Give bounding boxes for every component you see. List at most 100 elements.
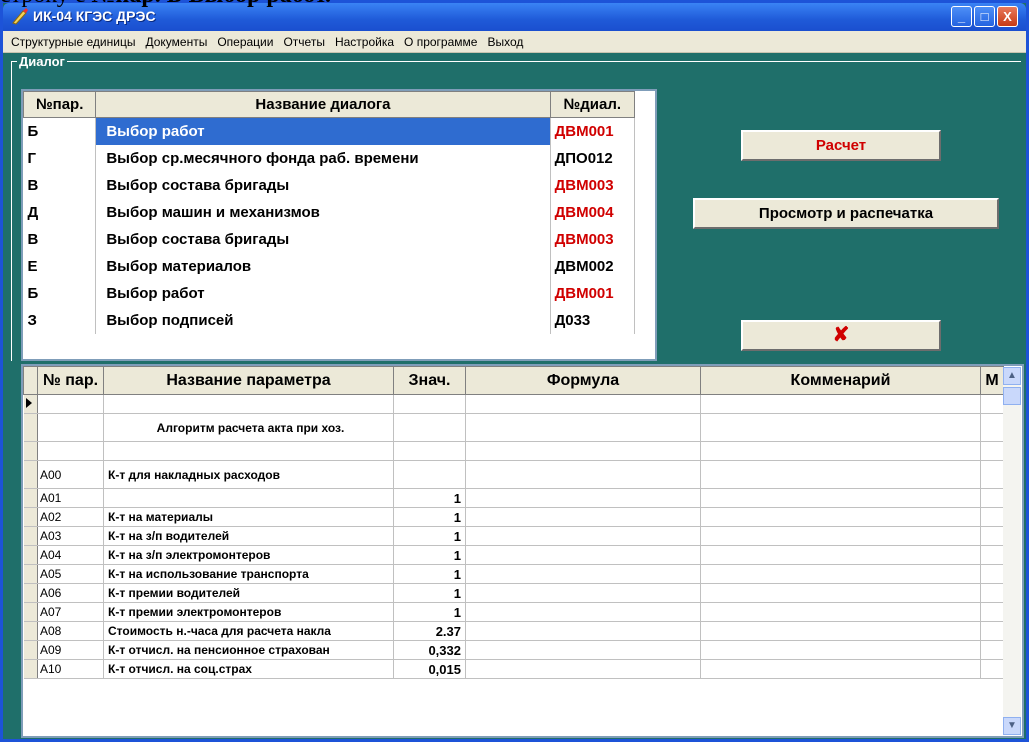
param-row-comment[interactable] <box>700 507 981 527</box>
dialog-row[interactable]: В Выбор состава бригады ДВМ003 <box>23 171 636 199</box>
param-row-m[interactable] <box>980 545 1004 565</box>
dialog-row[interactable]: Д Выбор машин и механизмов ДВМ004 <box>23 198 636 226</box>
column-header-comment[interactable]: Комменарий <box>700 366 981 395</box>
param-row-comment[interactable] <box>700 640 981 660</box>
dialog-list[interactable]: №пар. Название диалога №диал. Б Выбор раб… <box>21 89 657 361</box>
menu-about[interactable]: О программе <box>404 35 477 49</box>
param-row-comment[interactable] <box>700 545 981 565</box>
row-indicator[interactable] <box>23 564 38 584</box>
current-row-indicator-icon[interactable] <box>23 394 38 414</box>
param-row-formula[interactable] <box>465 488 701 508</box>
param-row-formula[interactable] <box>465 507 701 527</box>
param-row-formula[interactable] <box>465 441 701 461</box>
calculate-button[interactable]: Расчет <box>741 130 941 161</box>
param-row-m[interactable] <box>980 413 1004 442</box>
dialog-row[interactable]: Б Выбор работ ДВМ001 <box>23 279 636 307</box>
row-indicator[interactable] <box>23 488 38 508</box>
param-row-m[interactable] <box>980 507 1004 527</box>
menu-settings[interactable]: Настройка <box>335 35 394 49</box>
param-row-m[interactable] <box>980 602 1004 622</box>
param-row[interactable]: A07 К-т премии электромонтеров 1 <box>23 602 1004 622</box>
scroll-up-icon[interactable]: ▲ <box>1003 367 1021 385</box>
param-row-formula[interactable] <box>465 621 701 641</box>
param-row[interactable]: A06 К-т премии водителей 1 <box>23 583 1004 603</box>
param-row-formula[interactable] <box>465 602 701 622</box>
param-row-formula[interactable] <box>465 545 701 565</box>
dialog-row[interactable]: З Выбор подписей Д033 <box>23 306 636 334</box>
param-row[interactable]: A03 К-т на з/п водителей 1 <box>23 526 1004 546</box>
param-row-comment[interactable] <box>700 583 981 603</box>
param-row-m[interactable] <box>980 460 1004 489</box>
param-row-comment[interactable] <box>700 441 981 461</box>
param-row-comment[interactable] <box>700 394 981 414</box>
column-header-param-no[interactable]: № пар. <box>37 366 104 395</box>
param-row-formula[interactable] <box>465 659 701 679</box>
close-window-button[interactable]: X <box>997 6 1018 27</box>
dialog-row[interactable]: Б Выбор работ ДВМ001 <box>23 117 636 145</box>
column-header-m[interactable]: М <box>980 366 1004 395</box>
parameters-grid[interactable]: № пар. Название параметра Знач. Формула … <box>21 364 1024 738</box>
param-row-formula[interactable] <box>465 583 701 603</box>
row-indicator[interactable] <box>23 583 38 603</box>
minimize-button[interactable]: _ <box>951 6 972 27</box>
param-row-comment[interactable] <box>700 413 981 442</box>
menu-structural-units[interactable]: Структурные единицы <box>11 35 135 49</box>
column-header-dialog-code[interactable]: №диал. <box>549 91 636 118</box>
column-header-par[interactable]: №пар. <box>23 91 97 118</box>
column-header-dialog-name[interactable]: Название диалога <box>95 91 551 118</box>
param-row[interactable] <box>23 441 1004 461</box>
param-row-formula[interactable] <box>465 394 701 414</box>
param-row-m[interactable] <box>980 583 1004 603</box>
param-row[interactable]: A04 К-т на з/п электромонтеров 1 <box>23 545 1004 565</box>
row-indicator[interactable] <box>23 621 38 641</box>
close-x-icon[interactable]: ✘ <box>741 320 941 351</box>
param-row-m[interactable] <box>980 640 1004 660</box>
param-row-comment[interactable] <box>700 659 981 679</box>
row-indicator[interactable] <box>23 659 38 679</box>
row-indicator[interactable] <box>23 441 38 461</box>
column-header-formula[interactable]: Формула <box>465 366 701 395</box>
param-row[interactable]: Алгоритм расчета акта при хоз. <box>23 413 1004 442</box>
param-row-formula[interactable] <box>465 564 701 584</box>
preview-print-button[interactable]: Просмотр и распечатка <box>693 198 999 229</box>
menu-exit[interactable]: Выход <box>487 35 523 49</box>
param-row-formula[interactable] <box>465 640 701 660</box>
param-row-formula[interactable] <box>465 413 701 442</box>
column-header-param-name[interactable]: Название параметра <box>103 366 394 395</box>
param-row-m[interactable] <box>980 394 1004 414</box>
param-row[interactable]: A10 К-т отчисл. на соц.страх 0,015 <box>23 659 1004 679</box>
scroll-down-icon[interactable]: ▼ <box>1003 717 1021 735</box>
row-indicator[interactable] <box>23 460 38 489</box>
param-row-comment[interactable] <box>700 526 981 546</box>
param-row-comment[interactable] <box>700 602 981 622</box>
param-row[interactable]: A09 К-т отчисл. на пенсионное страхован 0,… <box>23 640 1004 660</box>
row-indicator[interactable] <box>23 545 38 565</box>
menu-documents[interactable]: Документы <box>145 35 207 49</box>
param-row[interactable]: A02 К-т на материалы 1 <box>23 507 1004 527</box>
param-row-formula[interactable] <box>465 526 701 546</box>
param-row-m[interactable] <box>980 488 1004 508</box>
maximize-button[interactable]: □ <box>974 6 995 27</box>
param-row[interactable] <box>23 394 1004 414</box>
vertical-scrollbar[interactable]: ▲ ▼ <box>1003 367 1021 735</box>
row-indicator[interactable] <box>23 507 38 527</box>
param-row[interactable]: A00 К-т для накладных расходов <box>23 460 1004 489</box>
param-row[interactable]: A01 1 <box>23 488 1004 508</box>
row-indicator[interactable] <box>23 602 38 622</box>
param-row-formula[interactable] <box>465 460 701 489</box>
param-row-m[interactable] <box>980 621 1004 641</box>
param-row-comment[interactable] <box>700 621 981 641</box>
menu-reports[interactable]: Отчеты <box>283 35 324 49</box>
column-header-value[interactable]: Знач. <box>393 366 466 395</box>
row-indicator[interactable] <box>23 526 38 546</box>
param-row[interactable]: A08 Стоимость н.-часа для расчета накла 2.… <box>23 621 1004 641</box>
row-indicator[interactable] <box>23 413 38 442</box>
param-row-comment[interactable] <box>700 488 981 508</box>
row-indicator[interactable] <box>23 640 38 660</box>
dialog-row[interactable]: Е Выбор материалов ДВМ002 <box>23 252 636 280</box>
param-row-comment[interactable] <box>700 460 981 489</box>
menu-operations[interactable]: Операции <box>217 35 273 49</box>
param-row-m[interactable] <box>980 564 1004 584</box>
dialog-row[interactable]: В Выбор состава бригады ДВМ003 <box>23 225 636 253</box>
scroll-thumb[interactable] <box>1003 387 1021 405</box>
